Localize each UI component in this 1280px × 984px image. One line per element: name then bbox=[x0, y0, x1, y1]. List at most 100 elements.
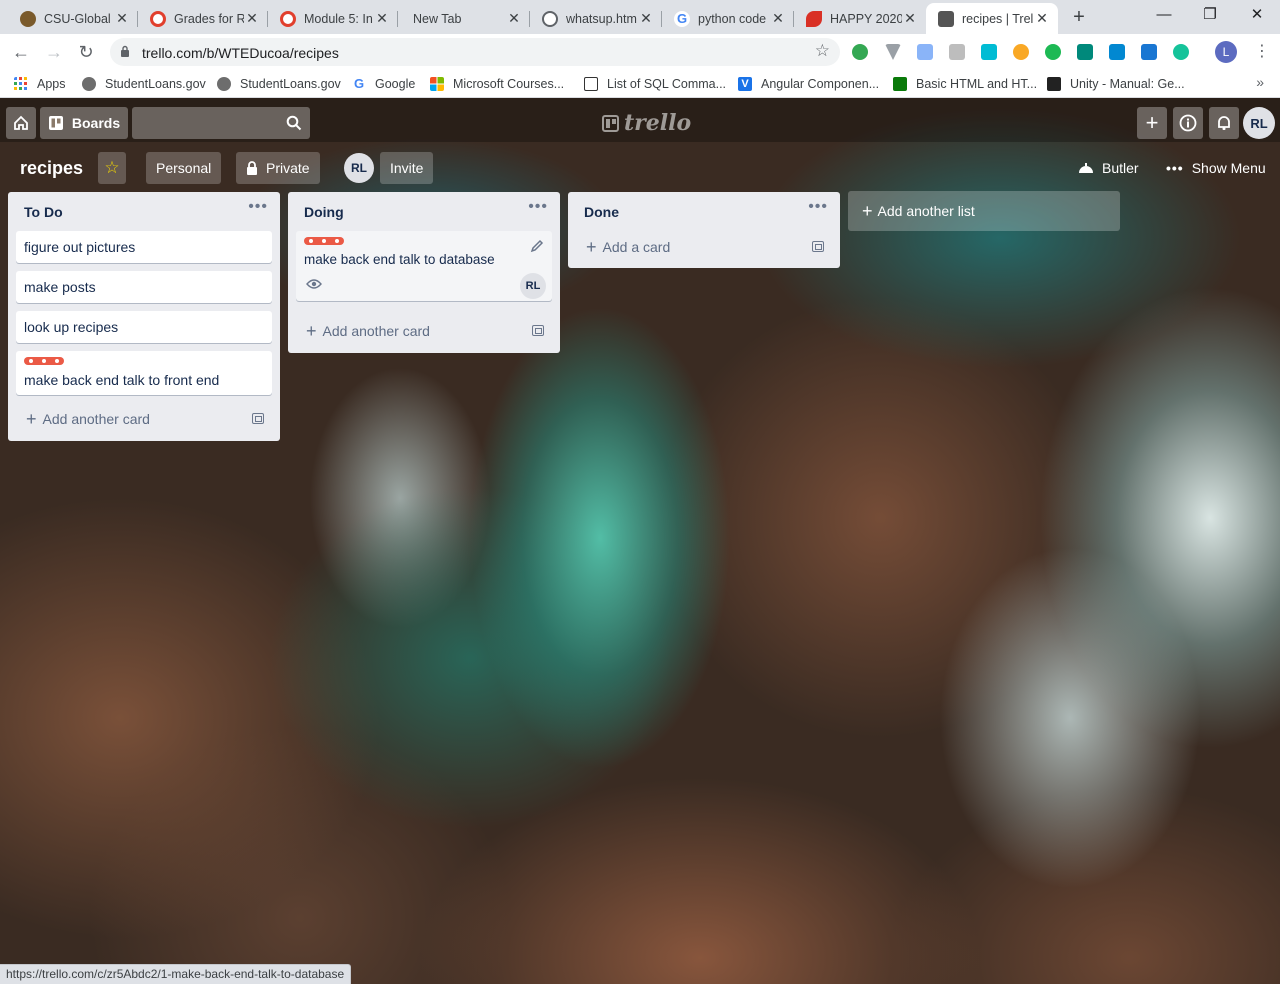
extension-icon[interactable] bbox=[852, 44, 868, 60]
bookmark-angular-components[interactable]: V Angular Componen... bbox=[738, 75, 879, 93]
add-card-button[interactable]: + Add another card bbox=[26, 410, 150, 428]
card-label-red[interactable] bbox=[304, 237, 344, 245]
info-button[interactable] bbox=[1173, 107, 1203, 139]
extension-icon[interactable] bbox=[917, 44, 933, 60]
bookmark-apps[interactable]: Apps bbox=[14, 75, 66, 93]
card[interactable]: make posts bbox=[16, 271, 272, 303]
list-title[interactable]: Doing bbox=[304, 204, 344, 220]
show-menu-button[interactable]: ••• Show Menu bbox=[1156, 152, 1276, 184]
list-title[interactable]: To Do bbox=[24, 204, 63, 220]
tab-happy-2020[interactable]: HAPPY 2020 ✕ bbox=[794, 3, 926, 34]
more-icon: ••• bbox=[1166, 160, 1184, 176]
tab-grades[interactable]: Grades for R ✕ bbox=[138, 3, 268, 34]
notifications-button[interactable] bbox=[1209, 107, 1239, 139]
boards-icon bbox=[48, 116, 63, 130]
tab-new-tab[interactable]: New Tab ✕ bbox=[398, 3, 530, 34]
microsoft-icon bbox=[430, 77, 444, 91]
close-icon[interactable]: ✕ bbox=[638, 10, 654, 27]
card[interactable]: make back end talk to front end bbox=[16, 351, 272, 395]
card-template-icon[interactable] bbox=[812, 241, 824, 252]
tab-csu-global[interactable]: CSU-Global ✕ bbox=[8, 3, 138, 34]
close-icon[interactable]: ✕ bbox=[374, 10, 390, 27]
invite-button[interactable]: Invite bbox=[380, 152, 434, 184]
plus-icon: + bbox=[586, 237, 597, 257]
minimize-button[interactable]: — bbox=[1141, 0, 1187, 32]
bookmark-basic-html[interactable]: Basic HTML and HT... bbox=[893, 75, 1037, 93]
list-title[interactable]: Done bbox=[584, 204, 619, 220]
tab-whatsup[interactable]: whatsup.htm ✕ bbox=[530, 3, 662, 34]
csu-global-icon bbox=[20, 10, 36, 27]
star-board-button[interactable]: ☆ bbox=[98, 152, 126, 184]
home-button[interactable] bbox=[6, 107, 36, 139]
add-card-button[interactable]: + Add a card bbox=[586, 237, 670, 257]
more-bookmarks-icon[interactable]: » bbox=[1256, 74, 1264, 90]
address-bar[interactable]: trello.com/b/WTEDucoa/recipes ☆ bbox=[110, 38, 840, 66]
back-arrow-icon[interactable]: ← bbox=[8, 39, 34, 65]
close-icon[interactable]: ✕ bbox=[506, 10, 522, 27]
list-done: Done ••• + Add a card bbox=[568, 192, 840, 268]
grammarly-icon[interactable] bbox=[1173, 44, 1189, 60]
close-icon[interactable]: ✕ bbox=[1034, 10, 1050, 27]
board-search-input[interactable] bbox=[132, 107, 310, 139]
close-window-button[interactable]: ✕ bbox=[1234, 0, 1280, 32]
butler-icon bbox=[1079, 163, 1093, 173]
document-icon bbox=[584, 77, 598, 91]
close-icon[interactable]: ✕ bbox=[902, 10, 918, 27]
card-template-icon[interactable] bbox=[252, 413, 264, 424]
lock-icon bbox=[121, 45, 129, 57]
card-label-red[interactable] bbox=[24, 357, 64, 365]
extension-icon[interactable] bbox=[949, 44, 965, 60]
team-button[interactable]: Personal bbox=[146, 152, 222, 184]
butler-button[interactable]: Butler bbox=[1068, 152, 1149, 184]
close-icon[interactable]: ✕ bbox=[114, 10, 130, 27]
trello-logo[interactable]: trello bbox=[602, 110, 691, 136]
bookmark-google[interactable]: G Google bbox=[352, 75, 415, 93]
create-button[interactable]: + bbox=[1137, 107, 1167, 139]
forward-arrow-icon[interactable]: → bbox=[41, 39, 67, 65]
close-icon[interactable]: ✕ bbox=[244, 10, 260, 27]
tab-python-code[interactable]: G python code ✕ bbox=[662, 3, 794, 34]
close-icon[interactable]: ✕ bbox=[770, 10, 786, 27]
extension-icon[interactable] bbox=[1013, 44, 1029, 60]
browser-menu-icon[interactable]: ⋮ bbox=[1254, 40, 1270, 64]
card-template-icon[interactable] bbox=[532, 325, 544, 336]
reload-icon[interactable]: ↻ bbox=[73, 39, 99, 65]
card[interactable]: figure out pictures bbox=[16, 231, 272, 263]
maximize-button[interactable]: ❐ bbox=[1187, 0, 1233, 32]
list-menu-icon[interactable]: ••• bbox=[808, 198, 828, 216]
bookmark-studentloans-1[interactable]: StudentLoans.gov bbox=[82, 75, 206, 93]
extension-icon[interactable] bbox=[1077, 44, 1093, 60]
member-avatar[interactable]: RL bbox=[1243, 107, 1275, 139]
board-member-avatar[interactable]: RL bbox=[344, 153, 374, 183]
card-member-avatar[interactable]: RL bbox=[520, 273, 546, 299]
bookmarks-bar: Apps StudentLoans.gov StudentLoans.gov G… bbox=[0, 70, 1280, 98]
bookmark-star-icon[interactable]: ☆ bbox=[815, 41, 830, 61]
bookmark-studentloans-2[interactable]: StudentLoans.gov bbox=[217, 75, 341, 93]
search-icon bbox=[286, 115, 302, 131]
visibility-button[interactable]: Private bbox=[236, 152, 320, 184]
extension-icon[interactable] bbox=[1141, 44, 1157, 60]
bookmark-unity-manual[interactable]: Unity - Manual: Ge... bbox=[1047, 75, 1185, 93]
extension-icon[interactable] bbox=[981, 44, 997, 60]
seal-icon bbox=[217, 77, 231, 91]
new-tab-button[interactable]: + bbox=[1066, 5, 1092, 31]
card[interactable]: look up recipes bbox=[16, 311, 272, 343]
boards-button[interactable]: Boards bbox=[40, 107, 128, 139]
unity-icon bbox=[1047, 77, 1061, 91]
extension-icon[interactable] bbox=[1045, 44, 1061, 60]
seal-icon bbox=[82, 77, 96, 91]
extension-icon[interactable] bbox=[885, 44, 901, 60]
bookmark-microsoft-courses[interactable]: Microsoft Courses... bbox=[430, 75, 564, 93]
list-menu-icon[interactable]: ••• bbox=[528, 198, 548, 216]
card[interactable]: make back end talk to database RL bbox=[296, 231, 552, 301]
tab-module-5[interactable]: Module 5: In ✕ bbox=[268, 3, 398, 34]
add-list-button[interactable]: + Add another list bbox=[848, 191, 1120, 231]
list-menu-icon[interactable]: ••• bbox=[248, 198, 268, 216]
edit-pencil-icon[interactable] bbox=[530, 239, 544, 253]
add-card-button[interactable]: + Add another card bbox=[306, 322, 430, 340]
board-title[interactable]: recipes bbox=[10, 152, 93, 184]
extension-icon[interactable] bbox=[1109, 44, 1125, 60]
tab-recipes-trello[interactable]: recipes | Trel ✕ bbox=[926, 3, 1058, 34]
profile-avatar[interactable]: L bbox=[1215, 41, 1237, 63]
bookmark-sql-commands[interactable]: List of SQL Comma... bbox=[584, 75, 726, 93]
